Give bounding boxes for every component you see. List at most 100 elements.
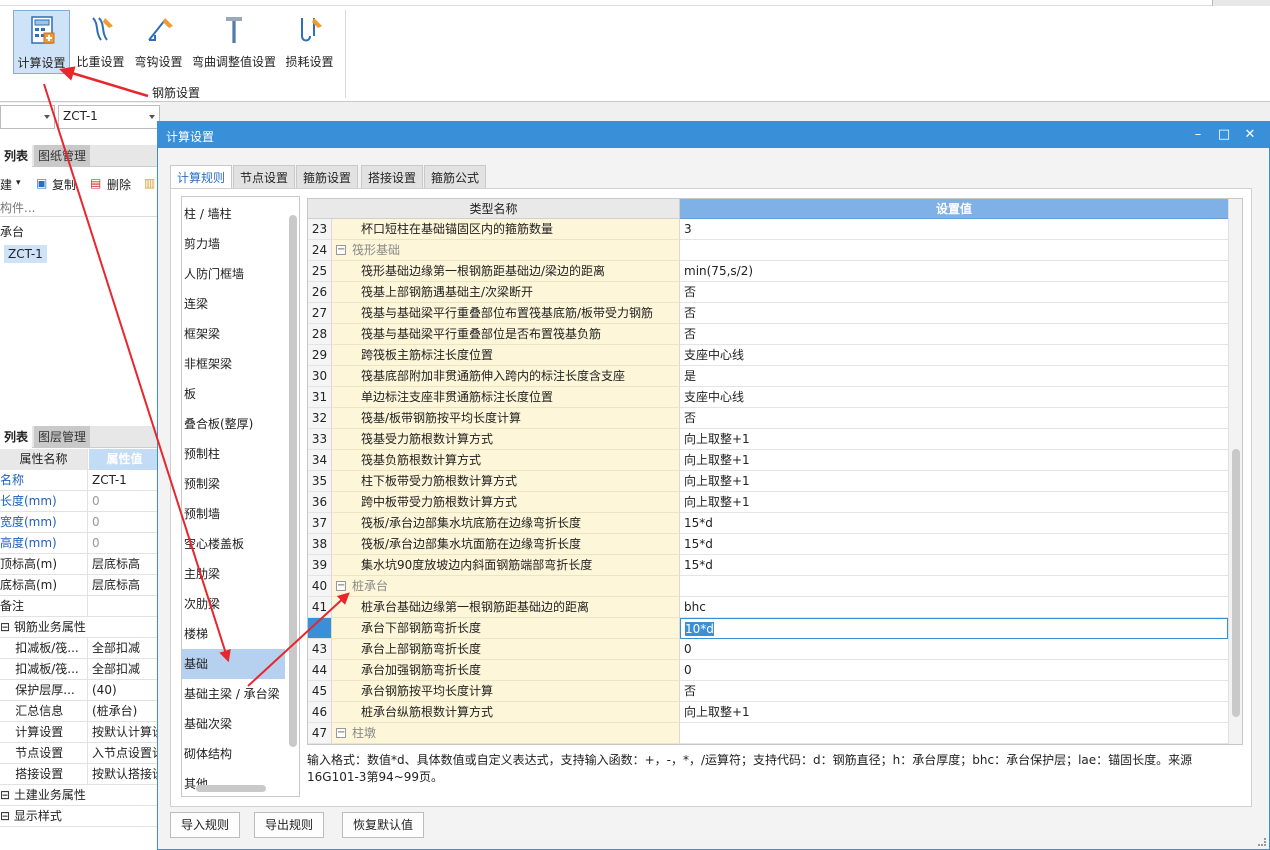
row-value[interactable]: 向上取整+1 [680,429,1228,450]
restore-defaults-button[interactable]: 恢复默认值 [342,812,425,838]
grid-row[interactable]: 31 单边标注支座非贯通筋标注长度位置 支座中心线 [308,387,1228,408]
property-row[interactable]: 底标高(m) 层底标高 [0,575,160,596]
grid-row[interactable]: 29 跨筏板主筋标注长度位置 支座中心线 [308,345,1228,366]
grid-row[interactable]: 37 筏板/承台边部集水坑底筋在边缘弯折长度 15*d [308,513,1228,534]
grid-row[interactable]: 36 跨中板带受力筋根数计算方式 向上取整+1 [308,492,1228,513]
property-value[interactable]: 全部扣减 [92,659,160,680]
property-value[interactable]: (桩承台) [92,701,160,722]
category-item[interactable]: 非框架梁 [182,349,285,379]
grid-row[interactable]: 30 筏基底部附加非贯通筋伸入跨内的标注长度含支座 是 [308,366,1228,387]
property-row[interactable]: 计算设置 按默认计算设 [0,722,160,743]
grid-row[interactable]: 38 筏板/承台边部集水坑面筋在边缘弯折长度 15*d [308,534,1228,555]
tab-stirrup-settings[interactable]: 箍筋设置 [296,165,359,189]
category-item[interactable]: 板 [182,379,285,409]
category-item[interactable]: 预制梁 [182,469,285,499]
property-row[interactable]: 长度(mm) 0 [0,491,160,512]
row-value[interactable]: 向上取整+1 [680,471,1228,492]
close-icon[interactable]: ✕ [1241,126,1259,144]
tab-stirrup-formula[interactable]: 箍筋公式 [424,165,487,189]
more-icon[interactable]: ▥ [144,176,155,190]
grid-row[interactable]: 33 筏基受力筋根数计算方式 向上取整+1 [308,429,1228,450]
category-item[interactable]: 基础次梁 [182,709,285,739]
property-row[interactable]: 节点设置 入节点设置计 [0,743,160,764]
grid-row[interactable]: 43 承台上部钢筋弯折长度 0 [308,639,1228,660]
property-row[interactable]: 搭接设置 按默认搭接设 [0,764,160,785]
grid-row[interactable]: 27 筏基与基础梁平行重叠部位布置筏基底筋/板带受力钢筋 否 [308,303,1228,324]
tab-node-settings[interactable]: 节点设置 [233,165,296,189]
component-combo[interactable]: ZCT-1 [58,105,160,129]
row-value[interactable]: 0 [680,639,1228,660]
collapse-icon[interactable]: − [336,245,346,255]
row-value[interactable]: 15*d [680,555,1228,576]
grid-row[interactable]: 32 筏基/板带钢筋按平均长度计算 否 [308,408,1228,429]
tab-lap-settings[interactable]: 搭接设置 [361,165,424,189]
property-row[interactable]: 扣减板/筏... 全部扣减 [0,638,160,659]
category-item[interactable]: 预制柱 [182,439,285,469]
property-value[interactable] [92,596,160,617]
property-value[interactable]: 0 [92,533,160,554]
maximize-icon[interactable]: □ [1215,126,1233,144]
property-row[interactable]: ⊟ 显示样式 [0,806,160,827]
category-item[interactable]: 人防门框墙 [182,259,285,289]
category-item[interactable]: 基础主梁 / 承台梁 [182,679,285,709]
property-value[interactable]: 按默认计算设 [92,722,160,743]
tab-property-list[interactable]: 列表 [0,426,33,448]
calc-settings-button[interactable]: 计算设置 [13,10,70,74]
grid-row[interactable]: 39 集水坑90度放坡边内斜面钢筋端部弯折长度 15*d [308,555,1228,576]
tree-root-label[interactable]: 承台 [0,223,24,240]
row-value[interactable]: 向上取整+1 [680,702,1228,723]
property-value[interactable]: ZCT-1 [92,470,160,491]
category-item[interactable]: 次肋梁 [182,589,285,619]
property-row[interactable]: 高度(mm) 0 [0,533,160,554]
property-row[interactable]: ⊟ 土建业务属性 [0,785,160,806]
dialog-titlebar[interactable]: 计算设置 – □ ✕ [158,122,1269,148]
row-value[interactable]: 否 [680,324,1228,345]
bend-adjust-button[interactable]: 弯曲调整值设置 [190,10,278,74]
copy-button[interactable]: 复制 [52,176,76,193]
row-value[interactable]: 否 [680,681,1228,702]
floor-combo[interactable] [0,105,55,129]
row-value[interactable] [680,240,1228,261]
loss-settings-button[interactable]: 损耗设置 [282,10,337,74]
row-value[interactable]: 50 [680,744,1228,745]
row-value[interactable]: min(75,s/2) [680,261,1228,282]
property-row[interactable]: 顶标高(m) 层底标高 [0,554,160,575]
category-item[interactable]: 叠合板(整厚) [182,409,285,439]
property-value[interactable]: 层底标高 [92,554,160,575]
grid-row[interactable]: 41 桩承台基础边缘第一根钢筋距基础边的距离 bhc [308,597,1228,618]
row-value[interactable] [680,723,1228,744]
property-row[interactable]: 汇总信息 (桩承台) [0,701,160,722]
row-value[interactable]: 否 [680,303,1228,324]
grid-group-row[interactable]: 24− 筏形基础 [308,240,1228,261]
property-row[interactable]: 宽度(mm) 0 [0,512,160,533]
grid-row[interactable]: 28 筏基与基础梁平行重叠部位是否布置筏基负筋 否 [308,324,1228,345]
property-row[interactable]: ⊟ 钢筋业务属性 [0,617,160,638]
row-value[interactable]: 否 [680,408,1228,429]
category-item[interactable]: 砌体结构 [182,739,285,769]
grid-row[interactable]: 23 杯口短柱在基础锚固区内的箍筋数量 3 [308,219,1228,240]
collapse-icon[interactable]: − [336,581,346,591]
row-value[interactable]: 向上取整+1 [680,492,1228,513]
row-value[interactable]: 15*d [680,534,1228,555]
category-item[interactable]: 基础 [182,649,285,679]
category-item[interactable]: 框架梁 [182,319,285,349]
category-item[interactable]: 空心楼盖板 [182,529,285,559]
grid-row[interactable]: 48柱墩第一根箍筋起步50 [308,744,1228,745]
property-value[interactable]: 全部扣减 [92,638,160,659]
grid-scrollbar[interactable] [1232,449,1240,717]
import-rules-button[interactable]: 导入规则 [170,812,241,838]
tab-drawing-management[interactable]: 图纸管理 [34,145,91,167]
category-hscrollbar[interactable] [196,785,266,792]
new-button[interactable]: 建 [0,176,12,193]
tab-component-list[interactable]: 列表 [0,145,33,167]
row-value[interactable]: 支座中心线 [680,387,1228,408]
category-item[interactable]: 柱 / 墙柱 [182,199,285,229]
row-value[interactable]: 向上取整+1 [680,450,1228,471]
row-value[interactable]: bhc [680,597,1228,618]
delete-button[interactable]: 删除 [107,176,131,193]
tab-calc-rules[interactable]: 计算规则 [170,165,233,190]
grid-row[interactable]: 44 承台加强钢筋弯折长度 0 [308,660,1228,681]
property-value[interactable]: 按默认搭接设 [92,764,160,785]
category-item[interactable]: 楼梯 [182,619,285,649]
export-rules-button[interactable]: 导出规则 [254,812,325,838]
